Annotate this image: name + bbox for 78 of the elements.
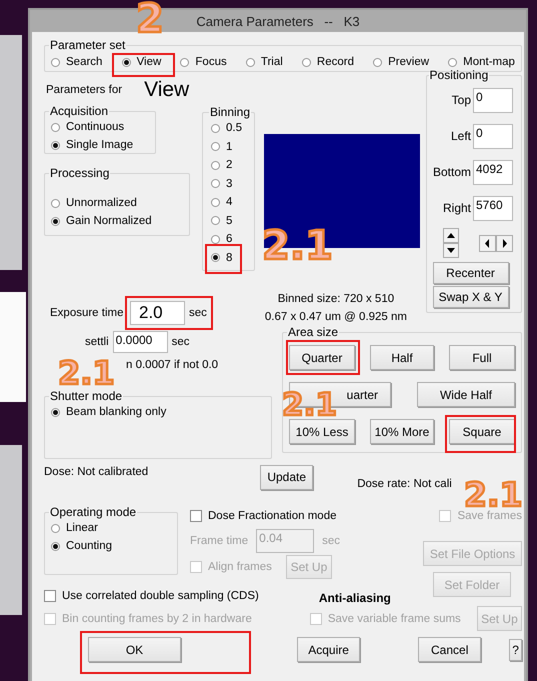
button[interactable]: ?	[509, 638, 522, 660]
radio-button[interactable]: 8	[211, 248, 232, 266]
radio-button[interactable]: 3	[211, 174, 248, 192]
radio-button[interactable]: 6	[211, 230, 248, 248]
group-label: Area size	[287, 325, 340, 339]
unit-label: sec	[189, 307, 207, 319]
section-label: Parameters for	[46, 84, 122, 96]
group-label: Positioning	[428, 68, 490, 82]
unit-label: sec	[322, 535, 340, 547]
group-label: Binning	[209, 105, 252, 119]
highlight-frame	[112, 53, 176, 77]
radio-button[interactable]: 1	[211, 138, 248, 156]
step-number: 2	[136, 0, 164, 39]
field-label: settli	[85, 336, 109, 348]
radio-button[interactable]: View	[122, 53, 162, 71]
radio-button[interactable]: Counting	[51, 537, 171, 555]
info-text: 0.67 x 0.47 um @ 0.925 nm	[264, 311, 407, 323]
step-number: 2.1	[58, 357, 115, 389]
input-field[interactable]: 0.0000	[112, 331, 168, 353]
field-label: Bottom	[432, 165, 471, 179]
info-text: Binned size: 720 x 510	[278, 293, 394, 305]
exposure-field[interactable]: 2.0	[130, 301, 185, 325]
status-text: Dose: Not calibrated	[44, 466, 148, 478]
highlight-frame	[205, 244, 242, 274]
radio-button[interactable]: 5	[211, 212, 248, 230]
section-label: Anti-aliasing	[318, 591, 391, 605]
button[interactable]: Swap X & Y	[432, 286, 509, 308]
parameter-set-name: View	[144, 78, 190, 102]
field-label: Left	[450, 129, 471, 143]
radio-button[interactable]: Trial	[246, 53, 283, 71]
window-title: Camera Parameters -- K3	[196, 14, 360, 28]
radio-button[interactable]: Beam blanking only	[51, 403, 265, 421]
radio-button[interactable]: Search	[51, 53, 102, 71]
button[interactable]: Half	[370, 345, 434, 370]
group-label: Operating mode	[49, 505, 138, 519]
button[interactable]: Full	[449, 345, 515, 370]
radio-button[interactable]: Single Image	[51, 136, 149, 154]
field-label: Right	[442, 201, 471, 215]
checkbox[interactable]: Use correlated double sampling (CDS)	[44, 587, 259, 605]
button[interactable]: 10% More	[370, 419, 434, 444]
radio-button[interactable]: Preview	[373, 53, 430, 71]
radio-button[interactable]: 0.5	[211, 119, 248, 137]
radio-button[interactable]: Unnormalized	[51, 194, 183, 212]
button[interactable]: Cancel	[418, 637, 482, 662]
unit-label: sec	[172, 336, 190, 348]
input-field[interactable]: 0	[473, 124, 513, 148]
input-field[interactable]: 5760	[473, 196, 513, 220]
left-right-spinner-icon[interactable]	[479, 234, 513, 252]
button[interactable]: Wide Half	[417, 382, 515, 407]
radio-button[interactable]: Gain Normalized	[51, 212, 183, 230]
button[interactable]: Recenter	[432, 262, 509, 284]
input-field[interactable]: 4092	[473, 160, 513, 184]
hint-text: n 0.0007 if not 0.0	[125, 359, 220, 371]
group-label: Parameter set	[49, 38, 126, 52]
group-label: Acquisition	[49, 104, 110, 118]
status-text: Dose rate: Not cali	[357, 478, 452, 490]
radio-button[interactable]: Continuous	[51, 118, 149, 136]
group-label: Shutter mode	[49, 389, 124, 403]
button[interactable]: Square	[449, 419, 515, 444]
button[interactable]: Quarter	[289, 345, 355, 370]
radio-button[interactable]: Focus	[180, 53, 227, 71]
button[interactable]: OK	[88, 637, 181, 662]
radio-button[interactable]: Linear	[51, 519, 171, 537]
field-label: Top	[452, 93, 471, 107]
radio-button[interactable]: Record	[302, 53, 354, 71]
radio-button[interactable]: 4	[211, 193, 248, 211]
group-label: Processing	[49, 166, 110, 180]
checkbox[interactable]: Dose Fractionation mode	[190, 507, 336, 525]
radio-button[interactable]: 2	[211, 156, 248, 174]
radio-button[interactable]: Mont-map	[448, 53, 515, 71]
field-label: Frame time	[190, 535, 248, 547]
up-down-spinner-icon[interactable]	[442, 228, 459, 258]
button[interactable]: Acquire	[297, 637, 360, 662]
button[interactable]: 10% Less	[289, 419, 355, 444]
update-button[interactable]: Update	[260, 464, 314, 490]
highlight-frame	[445, 415, 516, 453]
field-label: Exposure time	[50, 307, 125, 319]
input-field[interactable]: 0	[473, 88, 513, 112]
